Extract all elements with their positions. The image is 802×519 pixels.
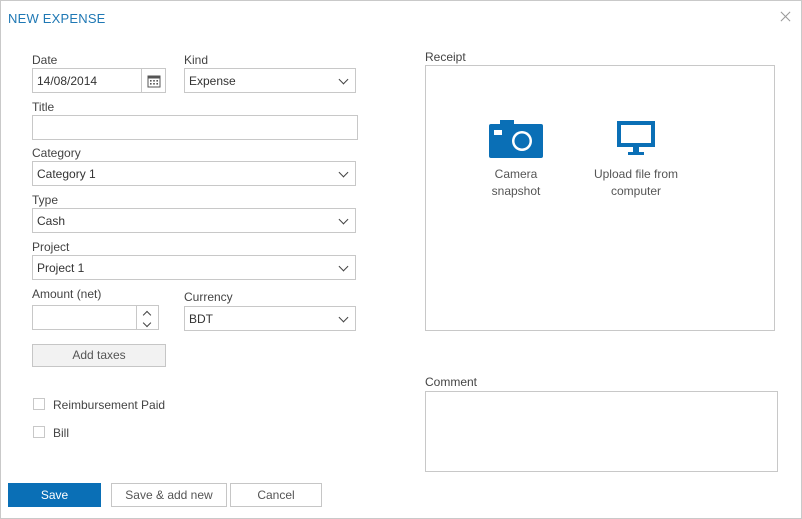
project-value: Project 1	[37, 261, 85, 275]
kind-select[interactable]: Expense	[184, 68, 356, 93]
receipt-label: Receipt	[425, 50, 466, 64]
calendar-icon	[147, 75, 161, 88]
monitor-icon	[617, 121, 655, 155]
date-value: 14/08/2014	[37, 74, 98, 88]
amount-spinner[interactable]	[136, 306, 158, 330]
title-input[interactable]	[32, 115, 358, 140]
cancel-button[interactable]: Cancel	[230, 483, 322, 507]
chevron-down-icon	[338, 74, 349, 85]
category-value: Category 1	[37, 167, 96, 181]
camera-snapshot-option[interactable]: Camera snapshot	[478, 120, 554, 200]
dialog-title: NEW EXPENSE	[8, 11, 106, 26]
chevron-down-icon	[338, 214, 349, 225]
camera-label-line2: snapshot	[491, 184, 541, 198]
camera-icon	[489, 120, 543, 158]
title-label: Title	[32, 100, 55, 114]
add-taxes-button[interactable]: Add taxes	[32, 344, 166, 367]
currency-value: BDT	[189, 312, 213, 326]
comment-label: Comment	[425, 375, 478, 389]
save-button[interactable]: Save	[8, 483, 101, 507]
upload-file-option[interactable]: Upload file from computer	[588, 120, 684, 200]
camera-label-line1: Camera	[494, 167, 538, 181]
type-select[interactable]: Cash	[32, 208, 356, 233]
bill-checkbox[interactable]	[33, 426, 45, 438]
reimbursement-paid-label: Reimbursement Paid	[53, 398, 166, 412]
kind-label: Kind	[184, 53, 209, 67]
decrement-icon[interactable]	[142, 318, 152, 328]
project-label: Project	[32, 240, 70, 254]
receipt-dropzone[interactable]: Camera snapshot Upload file from compute…	[425, 65, 775, 331]
upload-label-line1: Upload file from	[593, 167, 679, 181]
close-icon[interactable]	[779, 10, 793, 24]
calendar-button[interactable]	[141, 69, 165, 93]
category-label: Category	[32, 146, 81, 160]
amount-label: Amount (net)	[32, 287, 102, 301]
dialog-titlebar: NEW EXPENSE	[1, 1, 801, 35]
chevron-down-icon	[338, 261, 349, 272]
comment-textarea[interactable]	[425, 391, 778, 472]
upload-label-line2: computer	[610, 184, 662, 198]
bill-label: Bill	[53, 426, 70, 440]
type-label: Type	[32, 193, 59, 207]
date-field[interactable]: 14/08/2014	[32, 68, 166, 93]
type-value: Cash	[37, 214, 66, 228]
project-select[interactable]: Project 1	[32, 255, 356, 280]
chevron-down-icon	[338, 167, 349, 178]
currency-label: Currency	[184, 290, 233, 304]
amount-stepper[interactable]	[32, 305, 159, 330]
save-and-add-new-button[interactable]: Save & add new	[111, 483, 227, 507]
category-select[interactable]: Category 1	[32, 161, 356, 186]
new-expense-dialog: NEW EXPENSE Date 14/08/2014 Kind Expense…	[0, 0, 802, 519]
date-label: Date	[32, 53, 58, 67]
kind-value: Expense	[189, 74, 236, 88]
chevron-down-icon	[338, 312, 349, 323]
currency-select[interactable]: BDT	[184, 306, 356, 331]
reimbursement-paid-checkbox[interactable]	[33, 398, 45, 410]
